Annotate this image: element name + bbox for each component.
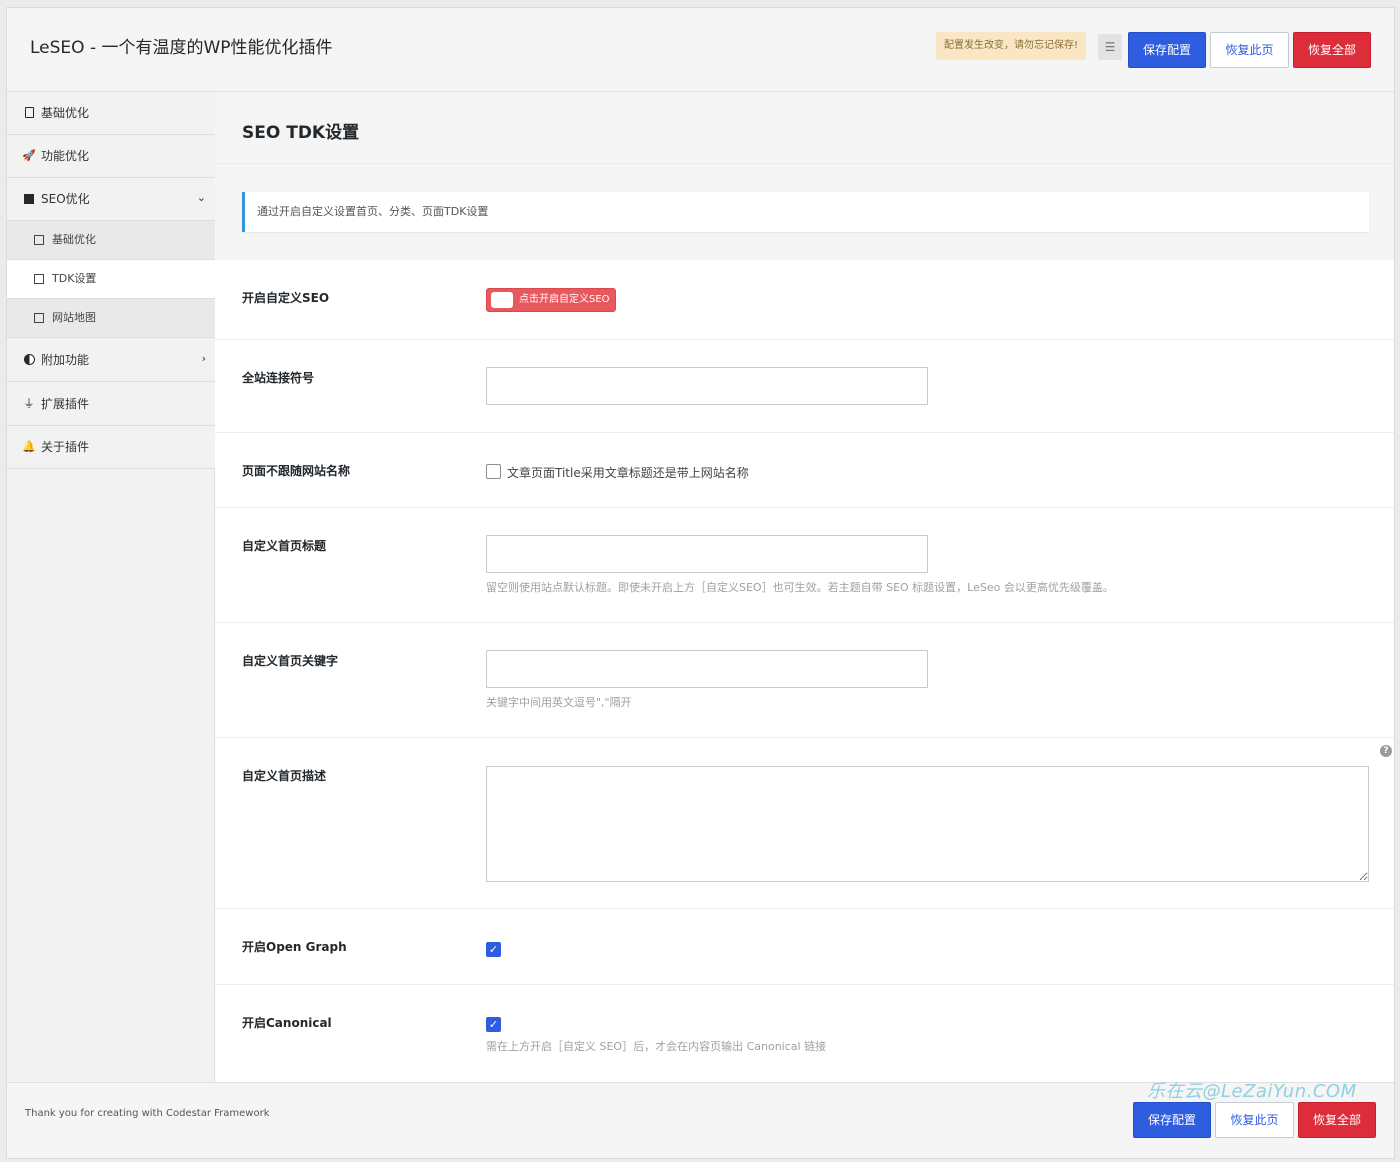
- field-label: 开启自定义SEO: [242, 291, 330, 305]
- sidebar-subitem-label: 网站地图: [52, 311, 96, 324]
- footer-reset-section-button[interactable]: 恢复此页: [1215, 1102, 1294, 1138]
- list-indent-icon[interactable]: ☰: [1098, 34, 1122, 60]
- footer-credit: Thank you for creating with Codestar Fra…: [25, 1108, 270, 1119]
- sidebar-item-label: 扩展插件: [41, 397, 90, 411]
- sidebar-item-label: 关于插件: [41, 440, 90, 454]
- app-title: LeSEO - 一个有温度的WP性能优化插件: [30, 38, 333, 58]
- sidebar-item-label: 附加功能: [41, 353, 90, 367]
- field-label: 开启Open Graph: [242, 940, 347, 954]
- field-open-graph: 开启Open Graph ✓: [215, 909, 1394, 985]
- field-separator: 全站连接符号: [215, 340, 1394, 433]
- sidebar-item-label: 功能优化: [41, 149, 90, 163]
- header: LeSEO - 一个有温度的WP性能优化插件 配置发生改变，请勿忘记保存! ☰ …: [7, 8, 1394, 92]
- unsaved-notice: 配置发生改变，请勿忘记保存!: [936, 32, 1087, 60]
- field-custom-seo: 开启自定义SEO 点击开启自定义SEO: [215, 260, 1394, 340]
- settings-panel: LeSEO - 一个有温度的WP性能优化插件 配置发生改变，请勿忘记保存! ☰ …: [6, 7, 1395, 1159]
- reset-section-button[interactable]: 恢复此页: [1210, 32, 1289, 68]
- section-title: SEO TDK设置: [242, 123, 360, 143]
- home-title-input[interactable]: [486, 535, 928, 573]
- plug-icon: ⏚: [23, 397, 35, 410]
- footer-save-button[interactable]: 保存配置: [1133, 1102, 1211, 1138]
- help-text: 需在上方开启［自定义 SEO］后，才会在内容页输出 Canonical 链接: [486, 1040, 827, 1053]
- canonical-checkbox[interactable]: ✓: [486, 1017, 501, 1032]
- sidebar-item-extra[interactable]: 附加功能 ›: [7, 339, 215, 382]
- sidebar-item-about[interactable]: 🔔 关于插件: [7, 426, 215, 469]
- custom-seo-toggle[interactable]: 点击开启自定义SEO: [486, 288, 616, 312]
- field-label: 自定义首页标题: [242, 539, 327, 553]
- watermark: 乐在云@LeZaiYun.COM: [1147, 1081, 1357, 1102]
- sidebar: 基础优化 🚀 功能优化 SEO优化 ⌄ 基础优化 TDK设置 网站地图 附加功能…: [7, 92, 216, 1082]
- clipboard-icon: [22, 106, 36, 120]
- sidebar-item-basic[interactable]: 基础优化: [7, 92, 215, 135]
- separator-input[interactable]: [486, 367, 928, 405]
- chevron-down-icon: ⌄: [196, 191, 206, 204]
- main-content: SEO TDK设置 通过开启自定义设置首页、分类、页面TDK设置 开启自定义SE…: [215, 92, 1394, 1082]
- footer: Thank you for creating with Codestar Fra…: [7, 1081, 1394, 1158]
- sidebar-subitem-label: TDK设置: [52, 272, 97, 285]
- help-text: 留空则使用站点默认标题。即使未开启上方［自定义SEO］也可生效。若主题自带 SE…: [486, 581, 1114, 594]
- open-graph-checkbox[interactable]: ✓: [486, 942, 501, 957]
- field-home-description: 自定义首页描述 ?: [215, 738, 1394, 909]
- sidebar-subitem-sitemap[interactable]: 网站地图: [7, 299, 215, 338]
- field-home-title: 自定义首页标题 留空则使用站点默认标题。即使未开启上方［自定义SEO］也可生效。…: [215, 508, 1394, 623]
- field-label: 页面不跟随网站名称: [242, 464, 351, 478]
- bell-icon: 🔔: [22, 440, 36, 453]
- sidebar-item-label: 基础优化: [41, 106, 90, 120]
- sidebar-item-function[interactable]: 🚀 功能优化: [7, 135, 215, 178]
- square-outline-icon: [34, 274, 44, 284]
- sidebar-subitem-label: 基础优化: [52, 233, 96, 246]
- home-keywords-input[interactable]: [486, 650, 928, 688]
- square-outline-icon: [34, 235, 44, 245]
- sidebar-item-plugins[interactable]: ⏚ 扩展插件: [7, 383, 215, 426]
- field-label: 开启Canonical: [242, 1016, 332, 1030]
- field-label: 自定义首页关键字: [242, 654, 339, 668]
- help-text: 关键字中间用英文逗号","隔开: [486, 696, 632, 709]
- square-icon: [22, 192, 36, 206]
- save-button[interactable]: 保存配置: [1128, 32, 1206, 68]
- field-canonical: 开启Canonical ✓ 需在上方开启［自定义 SEO］后，才会在内容页输出 …: [215, 985, 1394, 1082]
- half-circle-icon: [22, 353, 36, 367]
- sidebar-subitem-tdk[interactable]: TDK设置: [7, 260, 216, 299]
- chevron-right-icon: ›: [201, 352, 206, 365]
- footer-reset-all-button[interactable]: 恢复全部: [1298, 1102, 1376, 1138]
- square-outline-icon: [34, 313, 44, 323]
- field-home-keywords: 自定义首页关键字 关键字中间用英文逗号","隔开: [215, 623, 1394, 738]
- reset-all-button[interactable]: 恢复全部: [1293, 32, 1371, 68]
- field-label: 自定义首页描述: [242, 769, 327, 783]
- section-header: SEO TDK设置: [215, 92, 1394, 164]
- sidebar-subitem-basic[interactable]: 基础优化: [7, 221, 215, 260]
- toggle-label: 点击开启自定义SEO: [519, 294, 610, 305]
- sidebar-item-seo[interactable]: SEO优化 ⌄: [7, 178, 215, 221]
- info-notice: 通过开启自定义设置首页、分类、页面TDK设置: [242, 192, 1369, 232]
- no-site-name-checkbox[interactable]: [486, 464, 501, 479]
- field-no-site-name: 页面不跟随网站名称 文章页面Title采用文章标题还是带上网站名称: [215, 433, 1394, 508]
- rocket-icon: 🚀: [22, 149, 36, 162]
- toggle-knob: [491, 292, 513, 308]
- sidebar-item-label: SEO优化: [41, 192, 90, 206]
- help-icon[interactable]: ?: [1380, 745, 1392, 757]
- checkbox-label: 文章页面Title采用文章标题还是带上网站名称: [507, 466, 749, 480]
- home-description-textarea[interactable]: [486, 766, 1369, 882]
- field-label: 全站连接符号: [242, 371, 315, 385]
- intro-band: 通过开启自定义设置首页、分类、页面TDK设置: [215, 164, 1394, 260]
